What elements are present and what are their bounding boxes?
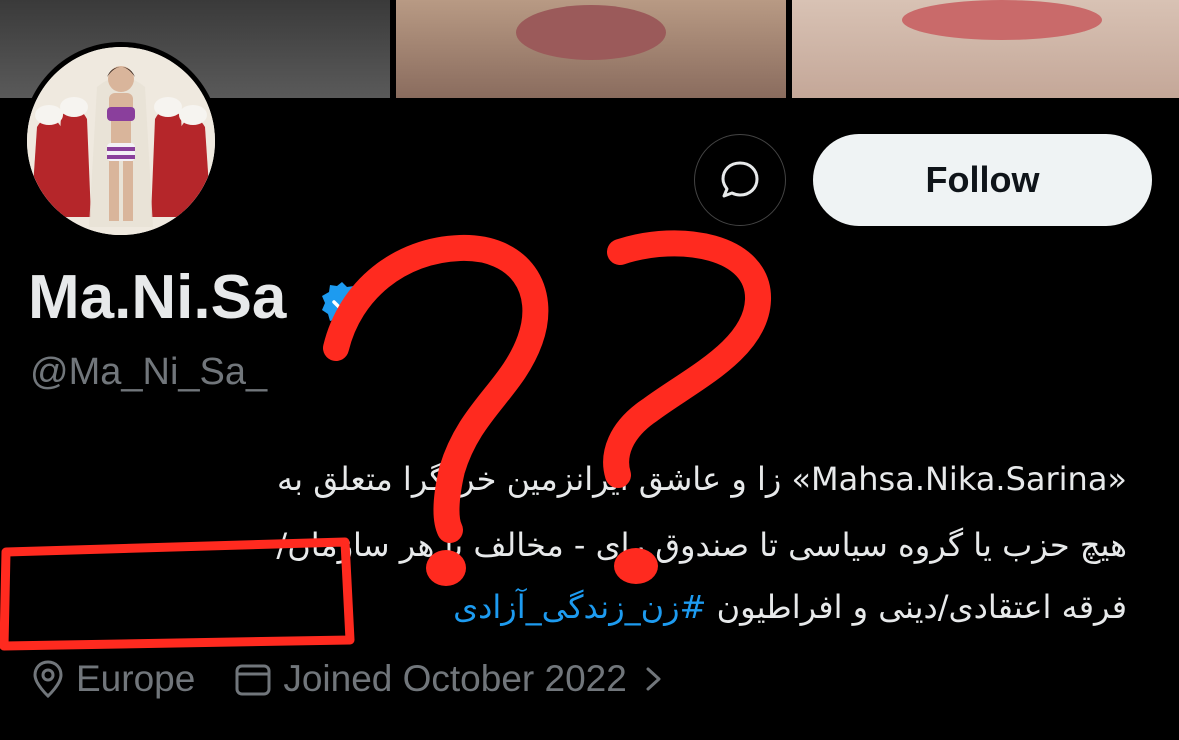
follow-button[interactable]: Follow <box>813 134 1152 226</box>
joined-date[interactable]: Joined October 2022 <box>233 658 667 700</box>
hashtag-link[interactable]: #زن_زندگی_آزادی <box>453 588 706 626</box>
avatar[interactable] <box>22 42 220 240</box>
location-icon <box>33 660 63 699</box>
bio-line: فرقه اعتقادی/دینی و افراطیون #زن_زندگی_آ… <box>27 574 1127 640</box>
display-name: Ma.Ni.Sa <box>28 263 287 332</box>
chevron-right-icon <box>646 667 661 691</box>
bio-line: هیچ حزب یا گروه سیاسی تا صندوق رای - مخا… <box>276 526 1127 564</box>
profile-meta: Europe Joined October 2022 <box>30 654 705 704</box>
verified-badge-icon <box>322 282 362 323</box>
message-button[interactable] <box>694 134 786 226</box>
media-thumbnail[interactable] <box>792 0 1179 98</box>
location-text: Europe <box>76 658 196 699</box>
location: Europe <box>30 658 195 700</box>
bio-text: فرقه اعتقادی/دینی و افراطیون <box>716 588 1127 626</box>
user-handle: @Ma_Ni_Sa_ <box>30 351 268 393</box>
question-mark-right <box>603 230 771 488</box>
message-icon <box>721 161 759 198</box>
calendar-icon <box>235 664 271 696</box>
joined-text: Joined October 2022 <box>283 658 627 699</box>
media-thumbnail[interactable] <box>396 0 786 98</box>
bio-line: «Mahsa.Nika.Sarina» زا و عاشق ایرانزمین … <box>277 460 1127 498</box>
